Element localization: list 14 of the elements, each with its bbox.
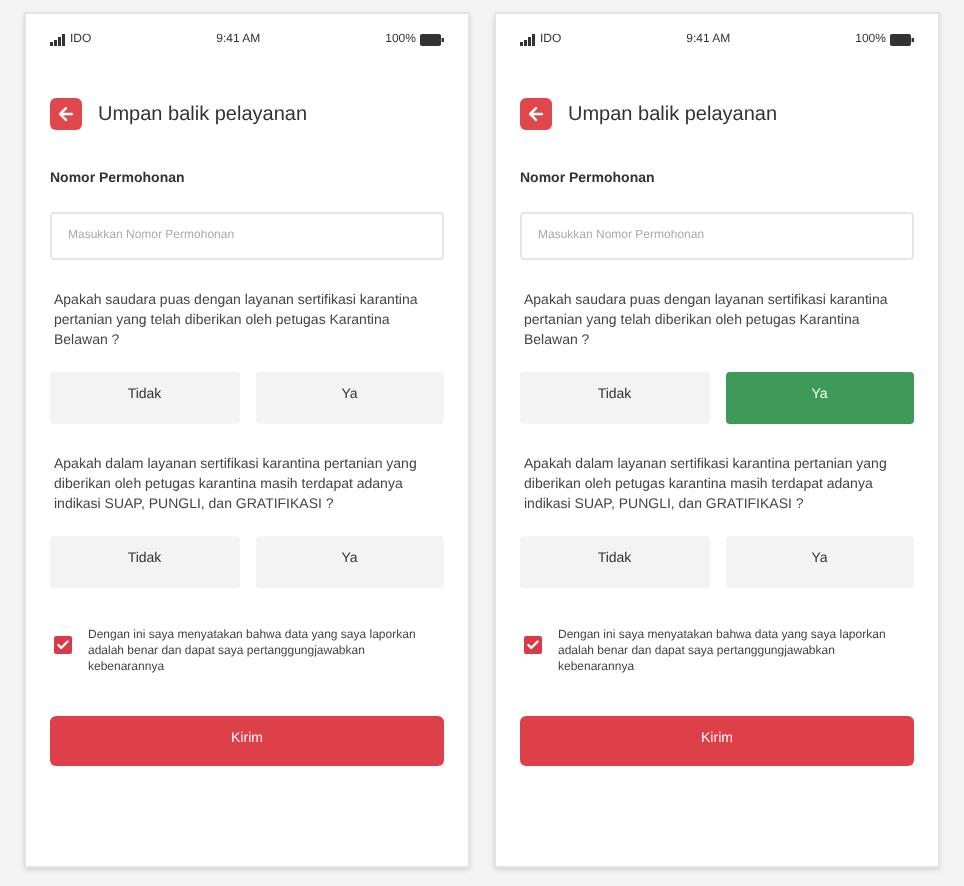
agreement-checkbox[interactable] <box>524 635 542 653</box>
back-button[interactable] <box>50 98 82 130</box>
page-title: Umpan balik pelayanan <box>568 101 778 129</box>
signal-icon <box>520 34 536 46</box>
page-title: Umpan balik pelayanan <box>98 101 308 129</box>
signal-icon <box>50 34 66 46</box>
battery-icon <box>889 34 914 46</box>
check-icon <box>526 637 540 651</box>
check-icon <box>56 637 70 651</box>
battery-icon <box>419 34 444 46</box>
back-arrow-icon <box>526 104 546 124</box>
back-arrow-icon <box>56 104 76 124</box>
back-button[interactable] <box>520 98 552 130</box>
agreement-checkbox[interactable] <box>54 635 72 653</box>
